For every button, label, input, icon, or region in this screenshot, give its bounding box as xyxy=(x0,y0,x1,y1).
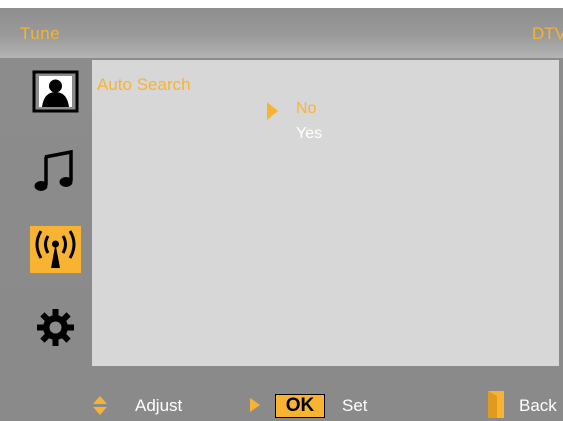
door-exit-icon xyxy=(488,391,504,418)
menu-title: Tune xyxy=(20,24,61,43)
right-arrow-icon xyxy=(250,398,260,412)
music-note-icon xyxy=(34,149,73,191)
menu-header: Tune DTV xyxy=(0,8,563,58)
sidebar-item-picture[interactable] xyxy=(30,68,81,115)
antenna-broadcast-icon xyxy=(35,230,76,268)
ok-key-icon: OK xyxy=(275,394,325,418)
input-source-label: DTV xyxy=(532,24,563,43)
gear-icon xyxy=(37,309,74,346)
sidebar-item-tune[interactable] xyxy=(30,226,81,273)
sidebar-item-sound[interactable] xyxy=(30,147,81,194)
menu-sidebar xyxy=(0,58,92,378)
button-hint-bar: Adjust OK Set Back xyxy=(0,386,563,421)
selection-pointer-icon xyxy=(267,102,278,120)
option-no[interactable]: No xyxy=(296,100,316,118)
auto-search-label: Auto Search xyxy=(97,75,191,94)
sidebar-item-setup[interactable] xyxy=(30,304,81,351)
adjust-hint-label: Adjust xyxy=(135,396,183,415)
option-yes[interactable]: Yes xyxy=(296,125,322,143)
auto-search-panel: Auto Search No Yes xyxy=(92,60,559,366)
person-icon xyxy=(32,70,79,113)
set-hint-label: Set xyxy=(342,396,368,415)
back-hint-label: Back xyxy=(519,396,557,415)
up-down-arrows-icon xyxy=(93,396,107,415)
tv-menu-screen: Tune DTV Auto Search No Yes Adjust OK Se… xyxy=(0,8,563,421)
